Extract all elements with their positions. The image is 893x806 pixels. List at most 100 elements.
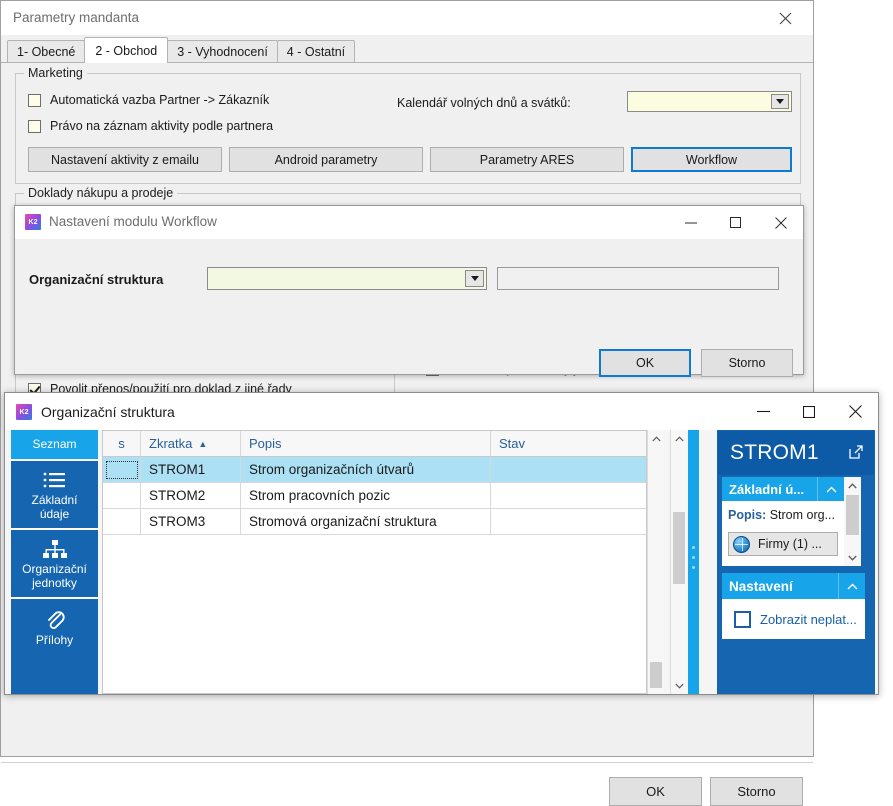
ok-button[interactable]: OK — [609, 777, 702, 806]
cell-popis[interactable]: Strom pracovních pozic — [241, 483, 491, 508]
button-label: Storno — [728, 356, 766, 370]
row-selector-cell[interactable] — [103, 509, 141, 534]
paperclip-icon — [11, 607, 98, 633]
parametry-ares-button[interactable]: Parametry ARES — [430, 147, 624, 172]
scroll-thumb[interactable] — [673, 512, 685, 584]
sidebar-item-label: Organizační — [22, 562, 87, 576]
k2-app-icon: K2 — [16, 404, 32, 420]
checkbox-label: Automatická vazba Partner -> Zákazník — [50, 93, 270, 107]
sidebar-item-label-2: údaje — [39, 507, 70, 521]
footer-separator — [1, 762, 813, 763]
panel-splitter[interactable] — [688, 430, 699, 694]
section-zakladni-udaje-header[interactable]: Základní ú... — [722, 477, 844, 501]
sort-ascending-icon: ▲ — [198, 438, 208, 449]
cell-stav[interactable] — [491, 457, 646, 482]
workflow-button[interactable]: Workflow — [631, 147, 792, 172]
storno-button[interactable]: Storno — [710, 777, 803, 806]
close-icon[interactable] — [758, 206, 803, 239]
organizacni-struktura-window: K2 Organizační struktura Seznam Základní… — [4, 392, 879, 695]
maximize-icon[interactable] — [786, 393, 832, 430]
close-icon[interactable] — [832, 393, 878, 430]
tab-ostatni[interactable]: 4 - Ostatní — [276, 40, 356, 63]
table-row[interactable]: STROM1 Strom organizačních útvarů — [103, 457, 646, 483]
checkbox-automaticka-vazba[interactable]: Automatická vazba Partner -> Zákazník — [28, 93, 269, 107]
workflow-window-controls — [668, 206, 803, 239]
sidebar-item-seznam[interactable]: Seznam — [11, 430, 98, 459]
organizacni-struktura-description-field[interactable] — [497, 267, 779, 290]
close-icon[interactable] — [763, 5, 807, 31]
workflow-body: Organizační struktura OK Storno — [15, 239, 803, 377]
tab-obchod[interactable]: 2 - Obchod — [84, 37, 169, 63]
cell-stav[interactable] — [491, 509, 646, 534]
organizacni-struktura-combo[interactable] — [207, 267, 487, 290]
scroll-up-icon[interactable] — [648, 430, 664, 447]
cell-stav[interactable] — [491, 483, 646, 508]
tab-obecne[interactable]: 1- Obecné — [7, 40, 86, 63]
sidebar-item-prilohy[interactable]: Přílohy — [11, 599, 98, 654]
calendar-label: Kalendář volných dnů a svátků: — [397, 96, 571, 110]
chevron-up-icon[interactable] — [817, 477, 844, 501]
scroll-thumb[interactable] — [650, 662, 662, 688]
scroll-thumb[interactable] — [846, 495, 859, 535]
section-zakladni-udaje-body: Popis: Strom org... Firmy (1) ... — [722, 501, 844, 566]
cell-popis[interactable]: Strom organizačních útvarů — [241, 457, 491, 482]
checkbox-box[interactable] — [28, 119, 41, 133]
scroll-down-icon[interactable] — [844, 549, 861, 566]
sidebar-item-label: Základní — [31, 493, 78, 507]
k2-app-icon: K2 — [25, 214, 41, 230]
cell-popis[interactable]: Stromová organizační struktura — [241, 509, 491, 534]
org-window-controls — [740, 393, 878, 430]
popout-icon[interactable] — [848, 444, 864, 460]
column-header-stav[interactable]: Stav — [491, 431, 646, 456]
table-row[interactable]: STROM3 Stromová organizační struktura — [103, 509, 646, 535]
page-title: Parametry mandanta — [13, 10, 140, 25]
scroll-up-icon[interactable] — [671, 430, 687, 447]
button-label: OK — [646, 784, 665, 799]
section-title: Základní ú... — [729, 481, 805, 497]
firmy-button-label: Firmy (1) ... — [758, 537, 822, 551]
column-header-s[interactable]: s — [103, 431, 141, 456]
scroll-down-icon[interactable] — [671, 677, 687, 694]
sidebar-item-zakladni-udaje[interactable]: Základní údaje — [11, 461, 98, 528]
sidebar-item-organizacni-jednotky[interactable]: Organizační jednotky — [11, 530, 98, 597]
tab-vyhodnoceni[interactable]: 3 - Vyhodnocení — [167, 40, 278, 63]
main-titlebar: Parametry mandanta — [1, 1, 813, 36]
row-selector-cell[interactable] — [103, 483, 141, 508]
panel-vertical-scrollbar[interactable] — [670, 430, 687, 694]
detail-panel-scrollbar[interactable] — [844, 477, 861, 566]
table-row[interactable]: STROM2 Strom pracovních pozic — [103, 483, 646, 509]
grid-vertical-scrollbar[interactable] — [647, 430, 664, 694]
cell-zkratka[interactable]: STROM3 — [141, 509, 241, 534]
scroll-up-icon[interactable] — [844, 477, 861, 494]
sidebar-item-label: Přílohy — [35, 633, 74, 647]
android-parametry-button[interactable]: Android parametry — [229, 147, 423, 172]
zobrazit-neplatne-checkbox[interactable] — [734, 610, 751, 628]
button-label: Android parametry — [274, 152, 378, 167]
maximize-icon[interactable] — [713, 206, 758, 239]
workflow-ok-button[interactable]: OK — [599, 349, 691, 377]
workflow-storno-button[interactable]: Storno — [701, 349, 793, 377]
focused-cell-indicator — [105, 460, 138, 479]
cell-zkratka[interactable]: STROM1 — [141, 457, 241, 482]
minimize-icon[interactable] — [668, 206, 713, 239]
nastaveni-aktivity-z-emailu-button[interactable]: Nastavení aktivity z emailu — [28, 147, 222, 172]
chevron-up-icon[interactable] — [838, 573, 865, 599]
chevron-down-icon[interactable] — [771, 94, 789, 109]
organizacni-struktura-label: Organizační struktura — [29, 272, 164, 287]
detail-panel-header: STROM1 — [718, 431, 874, 475]
tabstrip: 1- Obecné 2 - Obchod 3 - Vyhodnocení 4 -… — [1, 35, 813, 63]
column-header-popis[interactable]: Popis — [241, 431, 491, 456]
minimize-icon[interactable] — [740, 393, 786, 430]
checkbox-pravo-na-zaznam[interactable]: Právo na záznam aktivity podle partnera — [28, 119, 273, 133]
section-nastaveni-header[interactable]: Nastavení — [722, 573, 865, 599]
button-label: Nastavení aktivity z emailu — [51, 152, 199, 167]
calendar-combo[interactable] — [627, 91, 792, 112]
column-header-zkratka[interactable]: Zkratka ▲ — [141, 431, 241, 456]
button-label: OK — [635, 356, 655, 370]
row-selector-cell[interactable] — [103, 457, 141, 482]
firmy-button[interactable]: Firmy (1) ... — [728, 532, 838, 556]
checkbox-label: Právo na záznam aktivity podle partnera — [50, 119, 274, 133]
checkbox-box[interactable] — [28, 93, 41, 107]
cell-zkratka[interactable]: STROM2 — [141, 483, 241, 508]
chevron-down-icon[interactable] — [465, 270, 484, 287]
